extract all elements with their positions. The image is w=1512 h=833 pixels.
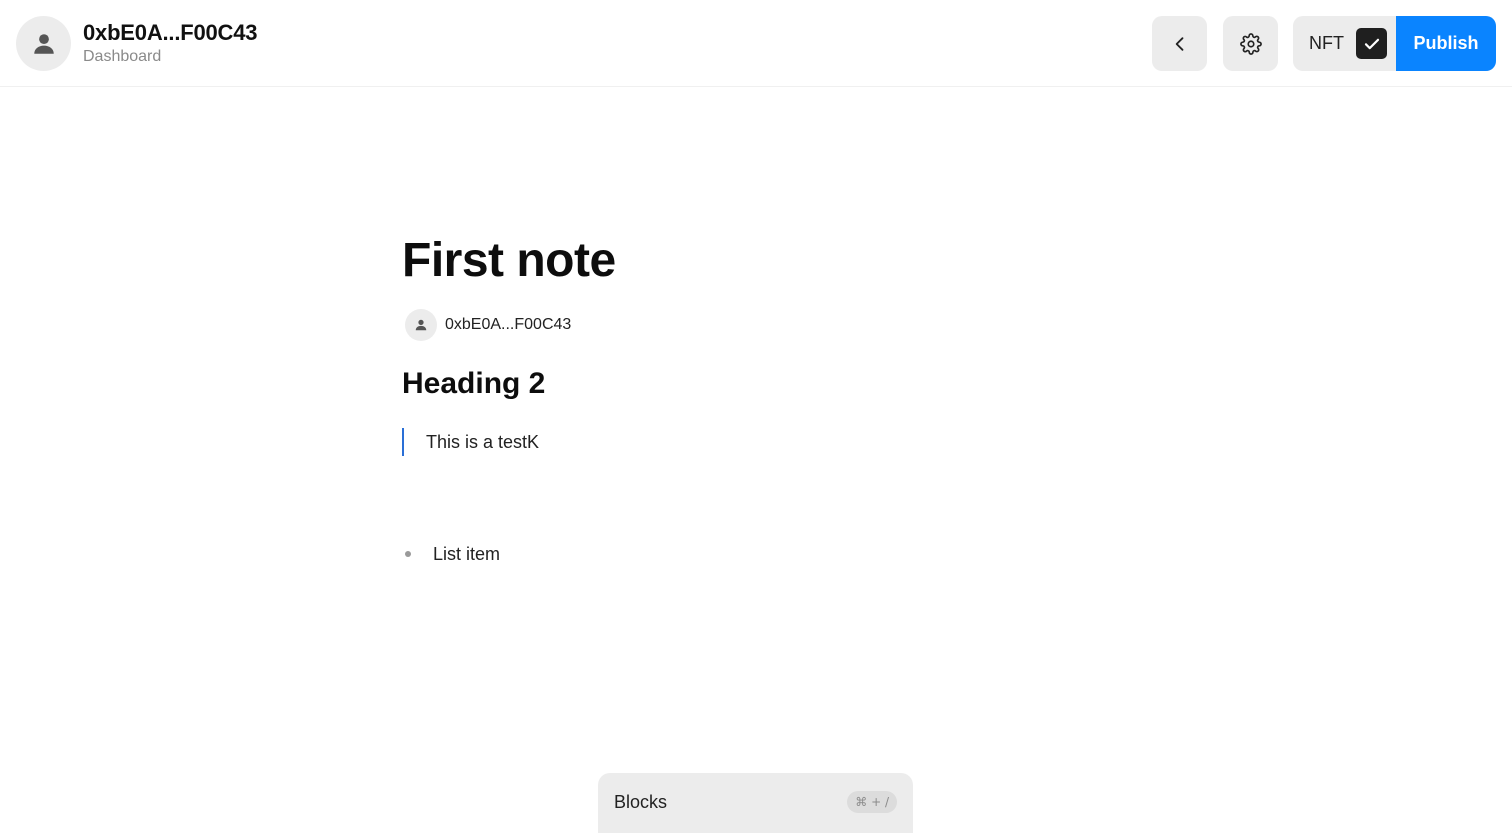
list-item-text: List item [433,544,501,564]
list-item[interactable]: List item [402,540,1122,568]
top-bar: 0xbE0A...F00C43 Dashboard NFT Publish [0,0,1512,87]
blocks-panel[interactable]: Blocks ⌘ + / [598,773,913,833]
user-name: 0xbE0A...F00C43 [83,20,258,45]
author-row: 0xbE0A...F00C43 [405,308,1122,342]
publish-controls: NFT Publish [1293,16,1496,71]
note-editor: First note 0xbE0A...F00C43 Heading 2 Thi… [402,230,1122,568]
publish-button[interactable]: Publish [1396,16,1496,71]
chevron-left-icon [1175,36,1183,51]
user-icon [415,319,427,331]
nft-label: NFT [1309,33,1344,53]
back-button[interactable] [1152,16,1207,71]
quote-block[interactable]: This is a testK [402,428,1122,456]
shortcut-badge: ⌘ + / [847,791,897,813]
blocks-label: Blocks [614,792,668,812]
nft-checkbox[interactable] [1356,28,1387,59]
user-avatar[interactable] [16,16,71,71]
author-avatar [405,309,437,341]
dashboard-link[interactable]: Dashboard [83,48,161,66]
bullet-dot [405,551,411,557]
author-name: 0xbE0A...F00C43 [445,316,572,333]
bullet-list: List item [402,540,1122,568]
nft-toggle[interactable]: NFT [1293,16,1396,71]
gear-icon [1239,32,1262,55]
heading-block[interactable]: Heading 2 [402,364,1122,404]
user-icon [33,33,54,54]
note-title[interactable]: First note [402,230,1122,292]
checkmark-icon [1364,38,1379,49]
settings-button[interactable] [1223,16,1278,71]
